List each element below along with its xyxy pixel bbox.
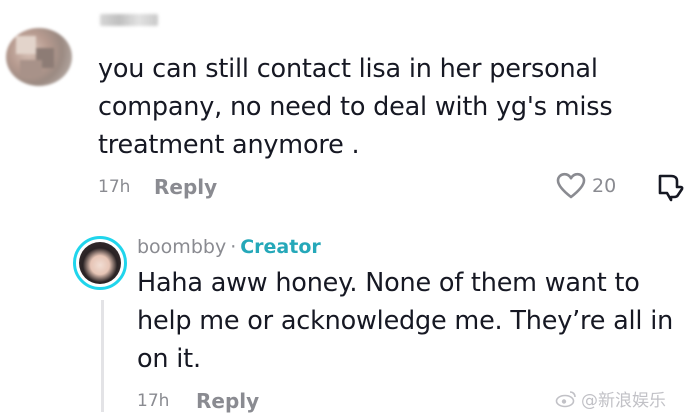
comment-text: you can still contact lisa in her person… <box>98 54 613 160</box>
reply-meta: 17h <box>137 386 169 416</box>
weibo-icon <box>555 390 576 407</box>
creator-badge: Creator <box>240 236 321 258</box>
reply-username[interactable]: boombby <box>137 236 226 258</box>
reply-thread-line <box>101 300 104 412</box>
reply-separator: · <box>230 236 237 258</box>
comment-time: 17h <box>98 177 131 197</box>
commenter-username-blurred[interactable] <box>100 14 158 26</box>
comment-meta: 17h <box>98 172 130 202</box>
creator-avatar[interactable] <box>73 236 127 290</box>
reply-text: Haha aww honey. None of them want to hel… <box>137 268 674 374</box>
watermark-text: @新浪娱乐 <box>581 391 666 411</box>
creator-avatar-image <box>79 242 121 284</box>
comment-reply-button[interactable]: Reply <box>154 175 217 199</box>
comment-dislike-button[interactable] <box>656 172 684 206</box>
comment-reply-row: Reply <box>154 172 217 202</box>
reply-reply-button[interactable]: Reply <box>196 389 259 413</box>
commenter-avatar[interactable] <box>6 28 72 86</box>
comment-like-button[interactable]: 20 <box>556 172 616 200</box>
watermark: @新浪娱乐 <box>555 386 666 411</box>
avatar-pixel <box>20 60 42 76</box>
dislike-icon <box>658 174 684 202</box>
reply-reply-row: Reply <box>196 386 259 416</box>
heart-outline-icon <box>556 172 586 199</box>
reply-time: 17h <box>137 391 170 411</box>
comment-like-count: 20 <box>592 175 617 197</box>
reply-author: boombby · Creator <box>137 236 321 258</box>
avatar-pixel <box>16 36 36 54</box>
